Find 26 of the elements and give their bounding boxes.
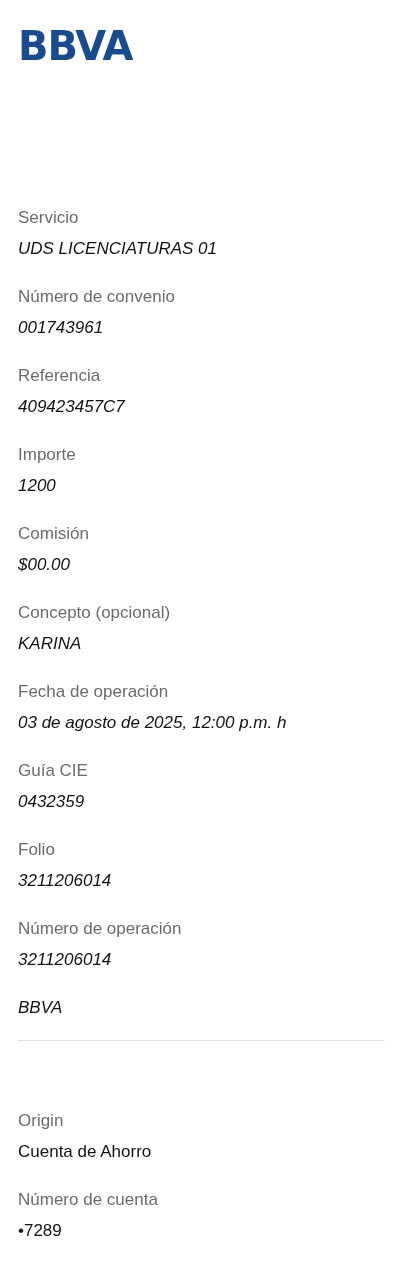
field-label: Guía CIE (18, 760, 89, 782)
field-value: 409423457C7 (18, 396, 126, 418)
field-value: 03 de agosto de 2025, 12:00 p.m. h (18, 712, 288, 734)
field-value: 1200 (18, 475, 57, 497)
field-value: •7289 (18, 1220, 63, 1242)
field-value: 3211206014 (18, 870, 113, 892)
field-label: Servicio (18, 207, 80, 229)
field-label: Número de operación (18, 918, 183, 940)
field-value: UDS LICENCIATURAS 01 (18, 238, 218, 260)
field-label: Fecha de operación (18, 681, 170, 703)
field-label: Número de convenio (18, 286, 176, 308)
field-label: Origin (18, 1110, 65, 1132)
field-value: BBVA (18, 997, 64, 1019)
field-label: Comisión (18, 523, 90, 545)
field-label: Importe (18, 444, 77, 466)
field-label: Referencia (18, 365, 102, 387)
field-value: 0432359 (18, 791, 86, 813)
field-value: 3211206014 (18, 949, 113, 971)
field-label: Número de cuenta (18, 1189, 159, 1211)
field-label: Concepto (opcional) (18, 602, 172, 624)
field-label: Folio (18, 839, 56, 861)
field-value: $00.00 (18, 554, 71, 576)
field-value: 001743961 (18, 317, 105, 339)
bank-logo: BBVA (18, 26, 133, 66)
field-value: KARINA (18, 633, 83, 655)
field-value: Cuenta de Ahorro (18, 1141, 153, 1163)
